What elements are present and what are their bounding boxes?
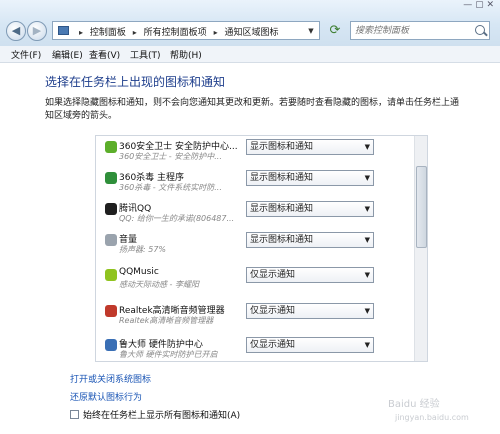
breadcrumb: ▸ 控制面板 ▸ 所有控制面板项 ▸ 通知区域图标 <box>75 25 278 38</box>
chevron-down-icon: ▼ <box>364 341 370 349</box>
app-name: QQMusic <box>119 267 159 277</box>
behavior-value: 仅显示通知 <box>250 340 296 350</box>
search-input[interactable] <box>353 23 475 38</box>
app-status: 360安全卫士 - 安全防护中... <box>119 152 222 161</box>
app-status: 感动天际动感 - 李耀阳 <box>119 280 199 289</box>
menu-help[interactable]: 帮助(H) <box>170 48 202 61</box>
forward-button[interactable]: ▶ <box>27 21 47 41</box>
breadcrumb-item-control-panel[interactable]: 控制面板 <box>90 28 126 38</box>
chevron-down-icon: ▼ <box>364 143 370 151</box>
address-bar[interactable]: ▸ 控制面板 ▸ 所有控制面板项 ▸ 通知区域图标 ▼ <box>52 21 320 40</box>
notification-icon-list[interactable]: 360安全卫士 安全防护中心... 360安全卫士 - 安全防护中... 显示图… <box>95 135 428 362</box>
list-item: QQMusic 感动天际动感 - 李耀阳 仅显示通知 ▼ <box>96 267 416 297</box>
behavior-value: 显示图标和通知 <box>250 235 314 245</box>
always-show-checkbox[interactable] <box>70 410 79 419</box>
chevron-down-icon: ▼ <box>364 174 370 182</box>
menu-file[interactable]: 文件(F) <box>11 48 41 61</box>
app-status: 鲁大师 硬件实时防护已开启 <box>119 350 218 359</box>
ludashi-icon <box>105 339 117 351</box>
search-box[interactable] <box>350 21 490 40</box>
watermark-url: jingyan.baidu.com <box>395 413 469 422</box>
list-item: 音量 扬声器: 57% 显示图标和通知 ▼ <box>96 232 416 262</box>
restore-defaults-link[interactable]: 还原默认图标行为 <box>70 390 142 403</box>
arrow-left-icon: ◀ <box>11 24 21 37</box>
chevron-down-icon: ▼ <box>364 236 370 244</box>
app-status: Realtek高清晰音频管理器 <box>119 316 214 325</box>
list-item: 腾讯QQ QQ: 给你一生的承诺(806487... 显示图标和通知 ▼ <box>96 201 416 231</box>
360-antivirus-icon <box>105 172 117 184</box>
refresh-button[interactable]: ⟳ <box>326 22 344 39</box>
always-show-option[interactable]: 始终在任务栏上显示所有图标和通知(A) <box>70 408 240 421</box>
control-panel-icon <box>58 26 69 35</box>
app-status: 扬声器: 57% <box>119 245 167 254</box>
breadcrumb-item-all-items[interactable]: 所有控制面板项 <box>144 28 207 38</box>
behavior-select[interactable]: 仅显示通知 ▼ <box>246 303 374 319</box>
chevron-down-icon: ▼ <box>364 205 370 213</box>
chevron-down-icon: ▼ <box>364 307 370 315</box>
list-item: Realtek高清晰音频管理器 Realtek高清晰音频管理器 仅显示通知 ▼ <box>96 303 416 333</box>
page-title: 选择在任务栏上出现的图标和通知 <box>45 75 226 89</box>
menu-bar: 文件(F) 编辑(E) 查看(V) 工具(T) 帮助(H) <box>0 46 500 63</box>
qqmusic-icon <box>105 269 117 281</box>
list-item: 360安全卫士 安全防护中心... 360安全卫士 - 安全防护中... 显示图… <box>96 139 416 169</box>
behavior-select[interactable]: 仅显示通知 ▼ <box>246 267 374 283</box>
behavior-value: 显示图标和通知 <box>250 204 314 214</box>
scroll-thumb[interactable] <box>416 166 427 248</box>
menu-edit[interactable]: 编辑(E) <box>52 48 83 61</box>
behavior-value: 显示图标和通知 <box>250 142 314 152</box>
search-icon[interactable] <box>475 25 485 35</box>
page-description: 如果选择隐藏图标和通知，则不会向您通知其更改和更新。若要随时查看隐藏的图标，请单… <box>45 98 460 121</box>
speaker-icon <box>105 234 117 246</box>
title-bar: — ▢ ✕ ◀ ▶ ▸ 控制面板 ▸ 所有控制面板项 ▸ 通知区域图标 ▼ ⟳ <box>0 0 500 47</box>
watermark-logo: Baidu 经验 <box>388 399 440 410</box>
always-show-label: 始终在任务栏上显示所有图标和通知(A) <box>83 411 241 421</box>
scrollbar[interactable] <box>414 136 427 361</box>
arrow-right-icon: ▶ <box>32 24 42 37</box>
breadcrumb-separator: ▸ <box>132 28 137 37</box>
breadcrumb-item-notification-icons[interactable]: 通知区域图标 <box>224 28 278 38</box>
toggle-system-icons-link[interactable]: 打开或关闭系统图标 <box>70 372 151 385</box>
qq-penguin-icon <box>105 203 117 215</box>
chevron-down-icon[interactable]: ▼ <box>305 25 317 37</box>
list-item: 360杀毒 主程序 360杀毒 - 文件系统实时防... 显示图标和通知 ▼ <box>96 170 416 200</box>
realtek-speaker-icon <box>105 305 117 317</box>
behavior-value: 显示图标和通知 <box>250 173 314 183</box>
behavior-value: 仅显示通知 <box>250 270 296 280</box>
menu-tools[interactable]: 工具(T) <box>130 48 161 61</box>
app-status: QQ: 给你一生的承诺(806487... <box>119 214 235 223</box>
menu-view[interactable]: 查看(V) <box>89 48 120 61</box>
back-button[interactable]: ◀ <box>6 21 26 41</box>
chevron-down-icon: ▼ <box>364 271 370 279</box>
behavior-value: 仅显示通知 <box>250 306 296 316</box>
breadcrumb-separator: ▸ <box>79 28 84 37</box>
behavior-select[interactable]: 显示图标和通知 ▼ <box>246 139 374 155</box>
list-item: 鲁大师 硬件防护中心 鲁大师 硬件实时防护已开启 仅显示通知 ▼ <box>96 337 416 361</box>
app-status: 360杀毒 - 文件系统实时防... <box>119 183 222 192</box>
behavior-select[interactable]: 显示图标和通知 ▼ <box>246 232 374 248</box>
behavior-select[interactable]: 显示图标和通知 ▼ <box>246 170 374 186</box>
behavior-select[interactable]: 显示图标和通知 ▼ <box>246 201 374 217</box>
breadcrumb-separator: ▸ <box>213 28 218 37</box>
refresh-icon: ⟳ <box>329 23 341 38</box>
window-controls[interactable]: — ▢ ✕ <box>463 0 494 10</box>
behavior-select[interactable]: 仅显示通知 ▼ <box>246 337 374 353</box>
360-safe-icon <box>105 141 117 153</box>
